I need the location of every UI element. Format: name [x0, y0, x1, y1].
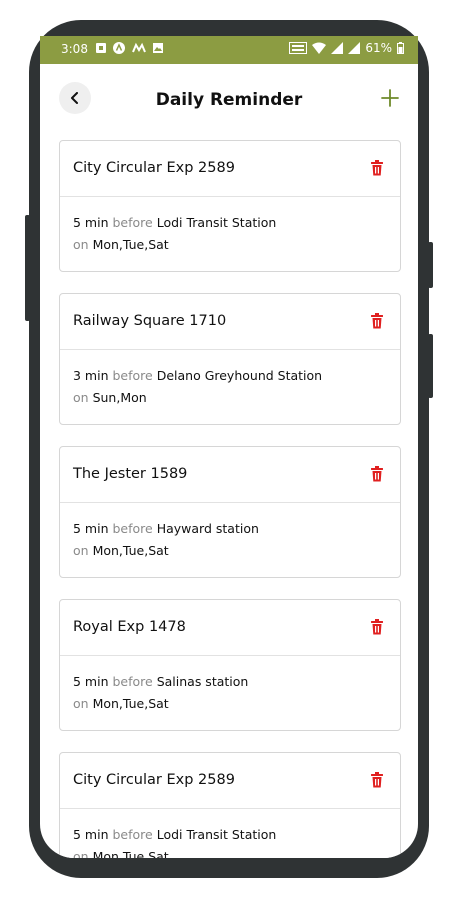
reminder-card[interactable]: City Circular Exp 2589 5 min before Lodi…: [59, 752, 401, 858]
station-name: Delano Greyhound Station: [156, 368, 323, 383]
reminder-card-header: Railway Square 1710: [60, 294, 400, 350]
signal-icon: [331, 42, 344, 54]
reminder-minutes: 5 min: [73, 674, 109, 689]
route-name: Royal Exp 1478: [73, 619, 186, 635]
station-name: Lodi Transit Station: [156, 215, 277, 230]
reminder-card-body: 3 min before Delano Greyhound Station on…: [60, 350, 400, 424]
phone-side-button: [428, 334, 433, 398]
reminder-card-header: The Jester 1589: [60, 447, 400, 503]
reminder-card-body: 5 min before Salinas station on Mon,Tue,…: [60, 656, 400, 730]
reminder-minutes: 5 min: [73, 521, 109, 536]
route-name: The Jester 1589: [73, 466, 188, 482]
page-title: Daily Reminder: [155, 90, 303, 110]
trash-icon[interactable]: [370, 160, 384, 176]
on-label: on: [73, 543, 89, 558]
reminder-days-line: on Mon,Tue,Sat: [73, 849, 169, 858]
reminder-days-line: on Mon,Tue,Sat: [73, 696, 169, 711]
route-name: City Circular Exp 2589: [73, 772, 235, 788]
volte-icon: [289, 42, 308, 54]
screen: 3:08 61% Daily Reminder City Circular Ex…: [40, 36, 418, 858]
app-header: Daily Reminder: [40, 64, 418, 136]
reminder-days: Sun,Mon: [92, 390, 147, 405]
status-time: 3:08: [61, 42, 88, 56]
reminder-card-body: 5 min before Lodi Transit Station on Mon…: [60, 197, 400, 271]
on-label: on: [73, 390, 89, 405]
before-label: before: [112, 674, 153, 689]
reminder-card[interactable]: City Circular Exp 2589 5 min before Lodi…: [59, 140, 401, 272]
reminder-list: City Circular Exp 2589 5 min before Lodi…: [59, 140, 401, 858]
reminder-card[interactable]: Royal Exp 1478 5 min before Salinas stat…: [59, 599, 401, 731]
trash-icon[interactable]: [370, 619, 384, 635]
status-right: 61%: [289, 41, 404, 55]
battery-percent: 61%: [365, 41, 392, 55]
plus-icon[interactable]: [380, 88, 400, 108]
before-label: before: [112, 215, 153, 230]
reminder-timing: 5 min before Lodi Transit Station: [73, 827, 276, 842]
reminder-card-header: City Circular Exp 2589: [60, 753, 400, 809]
station-name: Hayward station: [156, 521, 259, 536]
reminder-card-header: City Circular Exp 2589: [60, 141, 400, 197]
app-m-icon: [132, 42, 146, 53]
reminder-card[interactable]: Railway Square 1710 3 min before Delano …: [59, 293, 401, 425]
phone-side-button: [25, 215, 30, 321]
before-label: before: [112, 827, 153, 842]
trash-icon[interactable]: [370, 313, 384, 329]
reminder-days-line: on Sun,Mon: [73, 390, 147, 405]
station-name: Salinas station: [156, 674, 249, 689]
reminder-card[interactable]: The Jester 1589 5 min before Hayward sta…: [59, 446, 401, 578]
reminder-card-body: 5 min before Lodi Transit Station on Mon…: [60, 809, 400, 858]
signal-icon: [348, 42, 361, 54]
reminder-minutes: 5 min: [73, 827, 109, 842]
battery-icon: [397, 42, 404, 54]
trash-icon[interactable]: [370, 772, 384, 788]
app-a-icon: [113, 42, 125, 54]
phone-side-button: [428, 242, 433, 288]
reminder-timing: 5 min before Lodi Transit Station: [73, 215, 276, 230]
route-name: Railway Square 1710: [73, 313, 227, 329]
gallery-icon: [153, 43, 163, 53]
reminder-minutes: 5 min: [73, 215, 109, 230]
status-bar: 3:08 61%: [40, 36, 418, 64]
reminder-timing: 5 min before Salinas station: [73, 674, 248, 689]
trash-icon[interactable]: [370, 466, 384, 482]
reminder-minutes: 3 min: [73, 368, 109, 383]
reminder-days: Mon,Tue,Sat: [92, 543, 169, 558]
reminder-days-line: on Mon,Tue,Sat: [73, 237, 169, 252]
on-label: on: [73, 696, 89, 711]
on-label: on: [73, 237, 89, 252]
station-name: Lodi Transit Station: [156, 827, 277, 842]
sim-card-icon: [96, 43, 106, 53]
reminder-days: Mon,Tue,Sat: [92, 849, 169, 858]
before-label: before: [112, 368, 153, 383]
route-name: City Circular Exp 2589: [73, 160, 235, 176]
reminder-card-header: Royal Exp 1478: [60, 600, 400, 656]
reminder-card-body: 5 min before Hayward station on Mon,Tue,…: [60, 503, 400, 577]
on-label: on: [73, 849, 89, 858]
before-label: before: [112, 521, 153, 536]
reminder-timing: 5 min before Hayward station: [73, 521, 259, 536]
reminder-days: Mon,Tue,Sat: [92, 696, 169, 711]
reminder-timing: 3 min before Delano Greyhound Station: [73, 368, 322, 383]
reminder-days-line: on Mon,Tue,Sat: [73, 543, 169, 558]
wifi-icon: [312, 42, 327, 54]
reminder-days: Mon,Tue,Sat: [92, 237, 169, 252]
